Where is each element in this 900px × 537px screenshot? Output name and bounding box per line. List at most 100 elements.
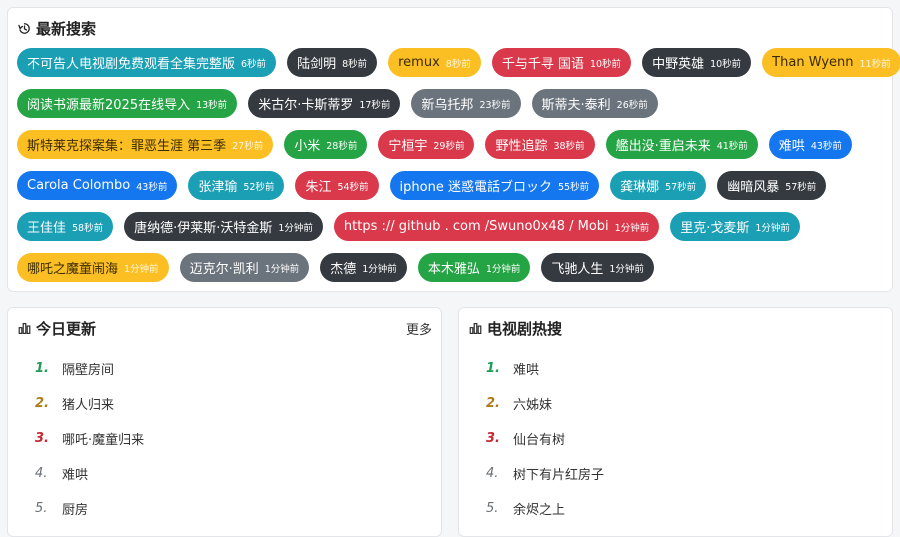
rank-title: 六姊妹 — [513, 398, 553, 413]
search-tag[interactable]: 难哄 43秒前 — [768, 130, 852, 159]
today-updates-list: 1. 隔壁房间 2. 猪人归来 3. 哪吒·魔童归来 4. 难哄 5. 厨房 — [8, 351, 441, 526]
today-updates-panel: 今日更新 更多 1. 隔壁房间 2. 猪人归来 3. 哪吒·魔童归来 4. 难哄 5. 厨房 — [7, 307, 442, 537]
search-tag-time: 43秒前 — [810, 140, 842, 152]
search-tag-text: 阅读书源最新2025在线导入 — [27, 98, 191, 113]
rank-number: 4. — [35, 466, 48, 481]
search-tag[interactable]: 张津瑜 52秒前 — [188, 171, 285, 200]
tv-hot-search-header: 电视剧热搜 — [469, 317, 562, 339]
rank-number: 2. — [486, 396, 500, 411]
search-tag[interactable]: remux 8秒前 — [388, 48, 481, 77]
search-tag[interactable]: 小米 28秒前 — [284, 130, 368, 159]
search-tag-text: 幽暗风暴 — [727, 180, 780, 195]
search-tag[interactable]: Carola Colombo 43秒前 — [17, 171, 178, 200]
tv-hot-search-title: 电视剧热搜 — [487, 319, 563, 338]
search-tag-time: 1分钟前 — [264, 263, 300, 275]
search-tag[interactable]: 飞驰人生 1分钟前 — [541, 253, 654, 282]
rank-number: 3. — [486, 431, 500, 446]
search-tag-text: 新乌托邦 — [421, 98, 474, 113]
search-tag[interactable]: 里克·戈麦斯 1分钟前 — [670, 212, 800, 241]
search-tag[interactable]: 斯特莱克探案集：罪恶生涯 第三季 27秒前 — [17, 130, 274, 159]
today-update-item[interactable]: 2. 猪人归来 — [8, 386, 441, 421]
search-tag[interactable]: 迈克尔·凯利 1分钟前 — [179, 253, 310, 282]
search-tag[interactable]: 龚琳娜 57秒前 — [610, 171, 707, 200]
search-tag[interactable]: 野性追踪 38秒前 — [485, 130, 595, 159]
search-tag-text: 本木雅弘 — [427, 262, 480, 277]
search-tag[interactable]: 王佳佳 58秒前 — [17, 212, 114, 241]
rank-title: 树下有片红房子 — [513, 468, 605, 483]
tv-hot-item[interactable]: 4. 树下有片红房子 — [459, 456, 892, 491]
search-tag-time: 13秒前 — [196, 99, 228, 111]
search-tag-list: 不可告人电视剧免费观看全集完整版 6秒前 陆剑明 8秒前 remux 8秒前 千与千寻 国语… — [17, 48, 900, 294]
tv-hot-search-list: 1. 难哄 2. 六姊妹 3. 仙台有树 4. 树下有片红房子 5. 余烬之上 — [459, 351, 892, 526]
tv-hot-search-panel: 电视剧热搜 1. 难哄 2. 六姊妹 3. 仙台有树 4. 树下有片红房子 5. 余烬之上 — [458, 307, 893, 537]
recent-searches-header: 最新搜索 — [18, 17, 96, 39]
search-tag[interactable]: 阅读书源最新2025在线导入 13秒前 — [17, 89, 238, 118]
tag-row: 阅读书源最新2025在线导入 13秒前 米古尔·卡斯蒂罗 17秒前 新乌托邦 23秒前 斯蒂… — [17, 89, 883, 118]
search-tag[interactable]: 千与千寻 国语 10秒前 — [491, 48, 632, 77]
search-tag-time: 41秒前 — [716, 140, 748, 152]
search-tag[interactable]: iphone 迷惑電話ブロック 55秒前 — [389, 171, 600, 200]
search-tag-text: 斯蒂夫·泰利 — [541, 98, 611, 113]
search-tag[interactable]: 不可告人电视剧免费观看全集完整版 6秒前 — [17, 48, 277, 77]
search-tag-text: 哪吒之魔童闹海 — [27, 262, 119, 277]
search-tag-text: 龚琳娜 — [620, 180, 660, 195]
rank-title: 厨房 — [62, 503, 89, 518]
search-tag[interactable]: 艦出没·重启未来 41秒前 — [605, 130, 758, 159]
tag-row: 王佳佳 58秒前 唐纳德·伊莱斯·沃特金斯 1分钟前 https :// github … — [17, 212, 883, 241]
search-tag[interactable]: 宁桓宇 29秒前 — [378, 130, 475, 159]
search-tag[interactable]: 斯蒂夫·泰利 26秒前 — [531, 89, 658, 118]
search-tag-time: 38秒前 — [553, 140, 585, 152]
today-update-item[interactable]: 1. 隔壁房间 — [8, 351, 441, 386]
search-tag-text: 艦出没·重启未来 — [615, 139, 711, 154]
search-tag-text: Carola Colombo — [27, 178, 131, 193]
search-tag-time: 1分钟前 — [485, 263, 521, 275]
search-tag[interactable]: 米古尔·卡斯蒂罗 17秒前 — [248, 89, 401, 118]
search-tag-text: 中野英雄 — [652, 57, 705, 72]
today-update-item[interactable]: 5. 厨房 — [8, 491, 441, 526]
search-tag[interactable]: 唐纳德·伊莱斯·沃特金斯 1分钟前 — [124, 212, 323, 241]
search-tag-time: 29秒前 — [433, 140, 465, 152]
recent-searches-panel: 最新搜索 不可告人电视剧免费观看全集完整版 6秒前 陆剑明 8秒前 remux 8秒前 千与… — [7, 7, 900, 294]
search-tag-text: 千与千寻 国语 — [501, 57, 584, 72]
rank-number: 5. — [35, 501, 48, 516]
search-tag-text: 斯特莱克探案集：罪恶生涯 第三季 — [27, 139, 227, 154]
search-tag[interactable]: 哪吒之魔童闹海 1分钟前 — [17, 253, 169, 282]
search-tag[interactable]: https :// github . com /Swuno0x48 / Mobi… — [333, 212, 660, 241]
search-tag-text: 张津瑜 — [198, 180, 238, 195]
search-tag[interactable]: 幽暗风暴 57秒前 — [717, 171, 827, 200]
search-tag[interactable]: 本木雅弘 1分钟前 — [417, 253, 531, 282]
search-tag-time: 10秒前 — [589, 58, 622, 70]
tv-hot-item[interactable]: 2. 六姊妹 — [459, 386, 892, 421]
search-tag-time: 1分钟前 — [755, 222, 790, 234]
rank-title: 难哄 — [62, 468, 89, 483]
search-tag-text: 朱江 — [305, 180, 332, 195]
search-tag[interactable]: 杰德 1分钟前 — [320, 253, 407, 282]
tv-hot-item[interactable]: 3. 仙台有树 — [459, 421, 892, 456]
tv-hot-item[interactable]: 5. 余烬之上 — [459, 491, 892, 526]
today-update-item[interactable]: 4. 难哄 — [8, 456, 441, 491]
search-tag-text: 唐纳德·伊莱斯·沃特金斯 — [134, 221, 273, 236]
rank-title: 哪吒·魔童归来 — [62, 433, 145, 448]
search-tag[interactable]: 朱江 54秒前 — [295, 171, 379, 200]
search-tag-time: 11秒前 — [859, 58, 891, 70]
search-tag-time: 58秒前 — [72, 222, 104, 234]
history-icon — [18, 22, 31, 35]
search-tag[interactable]: 陆剑明 8秒前 — [287, 48, 378, 77]
search-tag[interactable]: Than Wyenn 11秒前 — [762, 48, 900, 77]
today-update-item[interactable]: 3. 哪吒·魔童归来 — [8, 421, 441, 456]
search-tag-text: Than Wyenn — [772, 55, 854, 70]
search-tag-time: 6秒前 — [241, 58, 267, 70]
tv-hot-item[interactable]: 1. 难哄 — [459, 351, 892, 386]
rank-title: 难哄 — [513, 363, 540, 378]
more-link[interactable]: 更多 — [406, 319, 432, 338]
search-tag-time: 57秒前 — [785, 181, 817, 193]
search-tag-time: 26秒前 — [616, 99, 648, 111]
search-tag-time: 54秒前 — [337, 181, 369, 193]
search-tag-text: remux — [398, 55, 440, 70]
rank-number: 4. — [486, 466, 499, 481]
search-tag-text: iphone 迷惑電話ブロック — [399, 180, 552, 195]
search-tag[interactable]: 中野英雄 10秒前 — [642, 48, 752, 77]
search-tag-text: 野性追踪 — [495, 139, 548, 154]
search-tag-text: 宁桓宇 — [388, 139, 428, 154]
search-tag[interactable]: 新乌托邦 23秒前 — [411, 89, 521, 118]
